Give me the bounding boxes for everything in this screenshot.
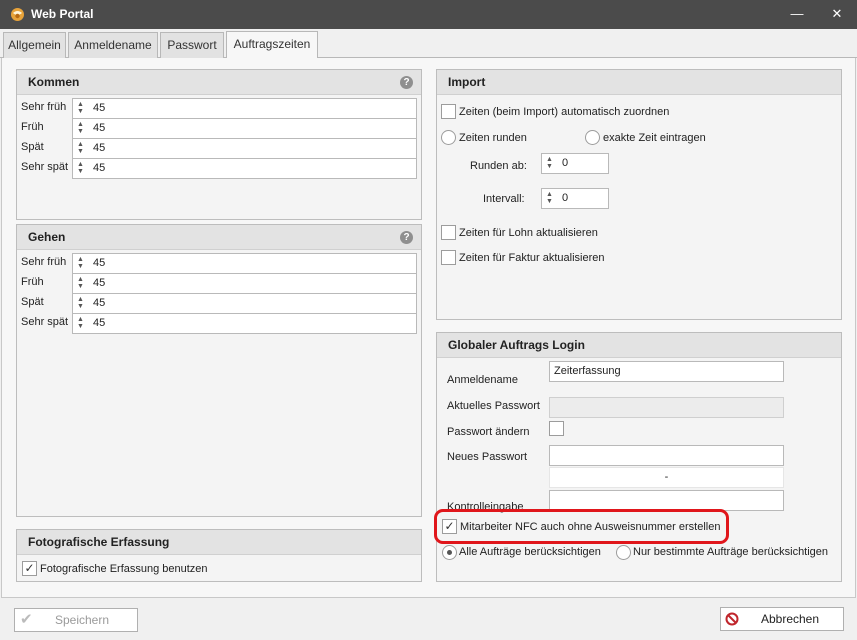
help-icon[interactable]: ?: [400, 76, 413, 89]
new-password-label: Neues Passwort: [447, 451, 528, 463]
gehen-sehr-spaet-label: Sehr spät: [21, 316, 69, 328]
minimize-button[interactable]: —: [786, 4, 808, 24]
auto-assign-checkbox[interactable]: [441, 104, 456, 119]
spinner-value: 45: [93, 317, 106, 329]
kommen-frueh-label: Früh: [21, 121, 44, 133]
save-button-label: Speichern: [54, 613, 110, 627]
gehen-frueh-label: Früh: [21, 276, 44, 288]
gehen-spaet-spinner[interactable]: ▲ ▼ 45: [72, 293, 417, 314]
password-strength-indicator: -: [549, 467, 784, 488]
foto-group-title: Fotografische Erfassung: [17, 530, 421, 555]
gehen-group-title: Gehen: [17, 225, 421, 250]
spinner-value: 45: [93, 277, 106, 289]
spinner-value: 45: [93, 162, 106, 174]
tab-passwort[interactable]: Passwort: [160, 32, 224, 58]
window-title: Web Portal: [31, 7, 94, 21]
nfc-checkbox[interactable]: ✓: [442, 519, 457, 534]
spin-arrows-icon[interactable]: ▲ ▼: [77, 256, 85, 270]
save-button[interactable]: ✔ Speichern: [14, 608, 138, 632]
faktur-label: Zeiten für Faktur aktualisieren: [459, 252, 605, 264]
kommen-sehr-frueh-spinner[interactable]: ▲ ▼ 45: [72, 98, 417, 119]
foto-checkbox[interactable]: ✓: [22, 561, 37, 576]
round-times-radio[interactable]: [441, 130, 456, 145]
cancel-button-label: Abbrechen: [760, 612, 820, 626]
faktur-checkbox[interactable]: [441, 250, 456, 265]
cancel-button[interactable]: Abbrechen: [720, 607, 844, 631]
some-orders-label: Nur bestimmte Aufträge berücksichtigen: [633, 546, 829, 558]
current-password-label: Aktuelles Passwort: [447, 400, 540, 412]
some-orders-radio[interactable]: [616, 545, 631, 560]
lohn-checkbox[interactable]: [441, 225, 456, 240]
gehen-frueh-spinner[interactable]: ▲ ▼ 45: [72, 273, 417, 294]
app-logo-icon: [11, 8, 24, 21]
username-field[interactable]: Zeiterfassung: [549, 361, 784, 382]
tab-anmeldename[interactable]: Anmeldename: [68, 32, 158, 58]
kommen-spaet-label: Spät: [21, 141, 44, 153]
interval-spinner[interactable]: ▲ ▼ 0: [541, 188, 609, 209]
spinner-value: 45: [93, 297, 106, 309]
round-from-label: Runden ab:: [470, 160, 527, 172]
change-password-label: Passwort ändern: [447, 426, 530, 438]
kommen-sehr-spaet-label: Sehr spät: [21, 161, 69, 173]
interval-label: Intervall:: [483, 193, 525, 205]
spin-arrows-icon[interactable]: ▲ ▼: [77, 141, 85, 155]
help-icon[interactable]: ?: [400, 231, 413, 244]
kommen-sehr-spaet-spinner[interactable]: ▲ ▼ 45: [72, 158, 417, 179]
spin-arrows-icon[interactable]: ▲ ▼: [77, 316, 85, 330]
gehen-sehr-frueh-label: Sehr früh: [21, 256, 67, 268]
cancel-icon: [725, 612, 739, 626]
checkmark-icon: ✔: [20, 611, 33, 628]
kommen-sehr-frueh-label: Sehr früh: [21, 101, 67, 113]
change-password-checkbox[interactable]: [549, 421, 564, 436]
new-password-field[interactable]: [549, 445, 784, 466]
spin-arrows-icon[interactable]: ▲ ▼: [77, 296, 85, 310]
spinner-value: 45: [93, 142, 106, 154]
kommen-group-title: Kommen: [17, 70, 421, 95]
all-orders-radio[interactable]: [442, 545, 457, 560]
spinner-value: 0: [562, 192, 569, 204]
spin-arrows-icon[interactable]: ▲ ▼: [546, 156, 554, 170]
spin-arrows-icon[interactable]: ▲ ▼: [77, 276, 85, 290]
tab-allgemein[interactable]: Allgemein: [3, 32, 66, 58]
current-password-field: [549, 397, 784, 418]
login-group-title: Globaler Auftrags Login: [437, 333, 841, 358]
gehen-sehr-spaet-spinner[interactable]: ▲ ▼ 45: [72, 313, 417, 334]
close-window-button[interactable]: ✕: [826, 4, 848, 24]
round-from-spinner[interactable]: ▲ ▼ 0: [541, 153, 609, 174]
username-label: Anmeldename: [447, 374, 518, 386]
lohn-label: Zeiten für Lohn aktualisieren: [459, 227, 598, 239]
spin-arrows-icon[interactable]: ▲ ▼: [77, 101, 85, 115]
gehen-spaet-label: Spät: [21, 296, 44, 308]
tab-strip: Allgemein Anmeldename Passwort Auftragsz…: [0, 29, 857, 58]
spinner-value: 45: [93, 122, 106, 134]
nfc-label: Mitarbeiter NFC auch ohne Ausweisnummer …: [460, 521, 721, 533]
all-orders-label: Alle Aufträge berücksichtigen: [459, 546, 601, 558]
exact-time-label: exakte Zeit eintragen: [603, 132, 706, 144]
spin-arrows-icon[interactable]: ▲ ▼: [77, 121, 85, 135]
spinner-value: 0: [562, 157, 569, 169]
spinner-value: 45: [93, 102, 106, 114]
kommen-frueh-spinner[interactable]: ▲ ▼ 45: [72, 118, 417, 139]
kommen-spaet-spinner[interactable]: ▲ ▼ 45: [72, 138, 417, 159]
title-bar: Web Portal — ✕: [0, 0, 857, 29]
spin-arrows-icon[interactable]: ▲ ▼: [77, 161, 85, 175]
spinner-value: 45: [93, 257, 106, 269]
auto-assign-label: Zeiten (beim Import) automatisch zuordne…: [459, 106, 670, 118]
exact-time-radio[interactable]: [585, 130, 600, 145]
foto-checkbox-label: Fotografische Erfassung benutzen: [40, 563, 208, 575]
spin-arrows-icon[interactable]: ▲ ▼: [546, 191, 554, 205]
confirm-password-field[interactable]: [549, 490, 784, 511]
round-times-label: Zeiten runden: [459, 132, 527, 144]
gehen-sehr-frueh-spinner[interactable]: ▲ ▼ 45: [72, 253, 417, 274]
import-group-title: Import: [437, 70, 841, 95]
tab-auftragszeiten[interactable]: Auftragszeiten: [226, 31, 318, 58]
